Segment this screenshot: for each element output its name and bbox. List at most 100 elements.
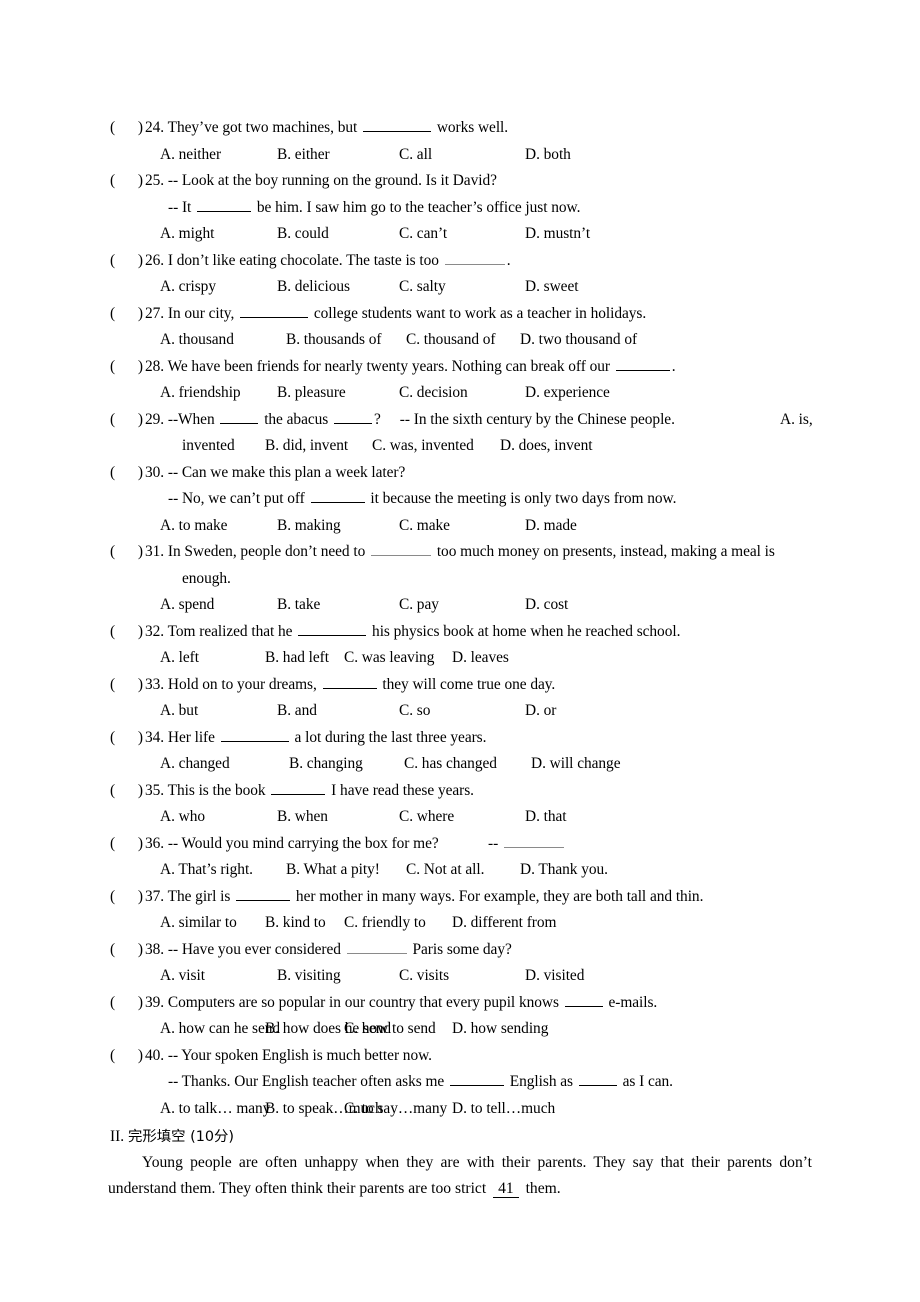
answer-option[interactable]: A. neither [160, 142, 221, 169]
answer-option[interactable]: A. thousand [160, 327, 234, 354]
answer-option[interactable]: A. visit [160, 963, 205, 990]
answer-blank-large [363, 116, 432, 132]
answer-option[interactable]: D. or [525, 698, 556, 725]
answer-option[interactable]: B. delicious [277, 274, 350, 301]
answer-option[interactable]: D. different from [452, 910, 556, 937]
answer-blank-small [578, 1070, 617, 1086]
answer-option[interactable]: A. left [160, 645, 199, 672]
answer-option[interactable]: D. cost [525, 592, 568, 619]
answer-option[interactable]: C. how to send [344, 1016, 436, 1043]
answer-option[interactable]: A. crispy [160, 274, 216, 301]
answer-option[interactable]: D. how sending [452, 1016, 548, 1043]
section-heading: II. 完形填空 (10分) [110, 1124, 234, 1150]
question-reply-text: -- No, we can’t put off it because the m… [168, 486, 676, 513]
answer-option[interactable]: C. make [399, 513, 450, 540]
question-text: 38. -- Have you ever considered Paris so… [145, 937, 512, 964]
answer-bracket[interactable]: ( ) [110, 672, 150, 699]
answer-option[interactable]: B. pleasure [277, 380, 346, 407]
cloze-blank-41[interactable]: 41 [493, 1180, 519, 1198]
answer-option[interactable]: C. friendly to [344, 910, 426, 937]
answer-option[interactable]: D. made [525, 513, 577, 540]
answer-option[interactable]: B. What a pity! [286, 857, 380, 884]
answer-bracket[interactable]: ( ) [110, 619, 150, 646]
answer-option[interactable]: C. was, invented [372, 433, 474, 460]
answer-bracket[interactable]: ( ) [110, 778, 150, 805]
question-reply-text: -- Thanks. Our English teacher often ask… [168, 1069, 673, 1096]
answer-bracket[interactable]: ( ) [110, 301, 150, 328]
question-text: 32. Tom realized that he his physics boo… [145, 619, 680, 646]
answer-option[interactable]: A. how can he send [160, 1016, 280, 1043]
answer-option[interactable]: B. had left [265, 645, 329, 672]
answer-option[interactable]: D. does, invent [500, 433, 592, 460]
answer-bracket[interactable]: ( ) [110, 831, 150, 858]
answer-option[interactable]: invented [182, 433, 235, 460]
answer-option[interactable]: A. but [160, 698, 198, 725]
answer-option[interactable]: D. that [525, 804, 567, 831]
answer-option[interactable]: D. sweet [525, 274, 579, 301]
answer-bracket[interactable]: ( ) [110, 168, 150, 195]
answer-option[interactable]: B. kind to [265, 910, 326, 937]
answer-bracket[interactable]: ( ) [110, 248, 150, 275]
answer-option[interactable]: B. making [277, 513, 341, 540]
answer-option[interactable]: D. will change [531, 751, 621, 778]
answer-option[interactable]: A. might [160, 221, 214, 248]
answer-option[interactable]: A. changed [160, 751, 230, 778]
answer-blank-medium [271, 779, 326, 795]
cloze-paragraph: Young people are often unhappy when they… [108, 1150, 812, 1202]
answer-option[interactable]: B. thousands of [286, 327, 382, 354]
answer-option[interactable]: C. decision [399, 380, 468, 407]
question-reply-text: -- It be him. I saw him go to the teache… [168, 195, 580, 222]
answer-option[interactable]: C. has changed [404, 751, 497, 778]
answer-option[interactable]: B. and [277, 698, 317, 725]
answer-bracket[interactable]: ( ) [110, 884, 150, 911]
question-text: 31. In Sweden, people don’t need to too … [145, 539, 775, 566]
answer-option[interactable]: A. That’s right. [160, 857, 253, 884]
answer-option[interactable]: B. either [277, 142, 330, 169]
answer-option[interactable]: D. both [525, 142, 571, 169]
answer-option[interactable]: C. all [399, 142, 432, 169]
answer-bracket[interactable]: ( ) [110, 1043, 150, 1070]
question-text: 29. --When the abacus ? -- In the sixth … [145, 407, 675, 434]
answer-option[interactable]: A. to make [160, 513, 228, 540]
answer-option[interactable]: C. Not at all. [406, 857, 484, 884]
answer-option[interactable]: D. leaves [452, 645, 509, 672]
answer-option[interactable]: C. where [399, 804, 454, 831]
answer-bracket[interactable]: ( ) [110, 725, 150, 752]
answer-bracket[interactable]: ( ) [110, 539, 150, 566]
answer-option[interactable]: A. spend [160, 592, 214, 619]
answer-option[interactable]: C. can’t [399, 221, 447, 248]
answer-option[interactable]: D. to tell…much [452, 1096, 555, 1123]
answer-option[interactable]: C. to say…many [344, 1096, 447, 1123]
answer-option[interactable]: A. friendship [160, 380, 241, 407]
answer-option[interactable]: D. visited [525, 963, 584, 990]
answer-option[interactable]: B. could [277, 221, 329, 248]
answer-bracket[interactable]: ( ) [110, 937, 150, 964]
answer-option[interactable]: A. to talk… many [160, 1096, 270, 1123]
answer-bracket[interactable]: ( ) [110, 990, 150, 1017]
answer-option[interactable]: D. experience [525, 380, 610, 407]
answer-bracket[interactable]: ( ) [110, 115, 150, 142]
answer-option[interactable]: A. similar to [160, 910, 237, 937]
answer-option[interactable]: C. was leaving [344, 645, 434, 672]
answer-bracket[interactable]: ( ) [110, 354, 150, 381]
answer-option[interactable]: D. Thank you. [520, 857, 608, 884]
answer-option[interactable]: A. who [160, 804, 205, 831]
answer-bracket[interactable]: ( ) [110, 460, 150, 487]
section-title-cn: 完形填空 [127, 1129, 186, 1145]
answer-option[interactable]: C. pay [399, 592, 439, 619]
answer-option[interactable]: D. two thousand of [520, 327, 637, 354]
option-fragment[interactable]: A. is, [780, 407, 813, 434]
answer-option[interactable]: D. mustn’t [525, 221, 590, 248]
answer-option[interactable]: B. did, invent [265, 433, 348, 460]
answer-option[interactable]: B. when [277, 804, 328, 831]
answer-option[interactable]: B. changing [289, 751, 363, 778]
answer-option[interactable]: B. take [277, 592, 320, 619]
answer-bracket[interactable]: ( ) [110, 407, 150, 434]
question-stem-line: ( ) 26. I don’t like eating chocolate. Th… [0, 248, 920, 275]
answer-option[interactable]: B. visiting [277, 963, 341, 990]
question-stem-line: ( ) 34. Her life a lot during the last th… [0, 725, 920, 752]
answer-option[interactable]: C. visits [399, 963, 449, 990]
answer-option[interactable]: C. so [399, 698, 430, 725]
answer-option[interactable]: C. salty [399, 274, 446, 301]
answer-option[interactable]: C. thousand of [406, 327, 496, 354]
